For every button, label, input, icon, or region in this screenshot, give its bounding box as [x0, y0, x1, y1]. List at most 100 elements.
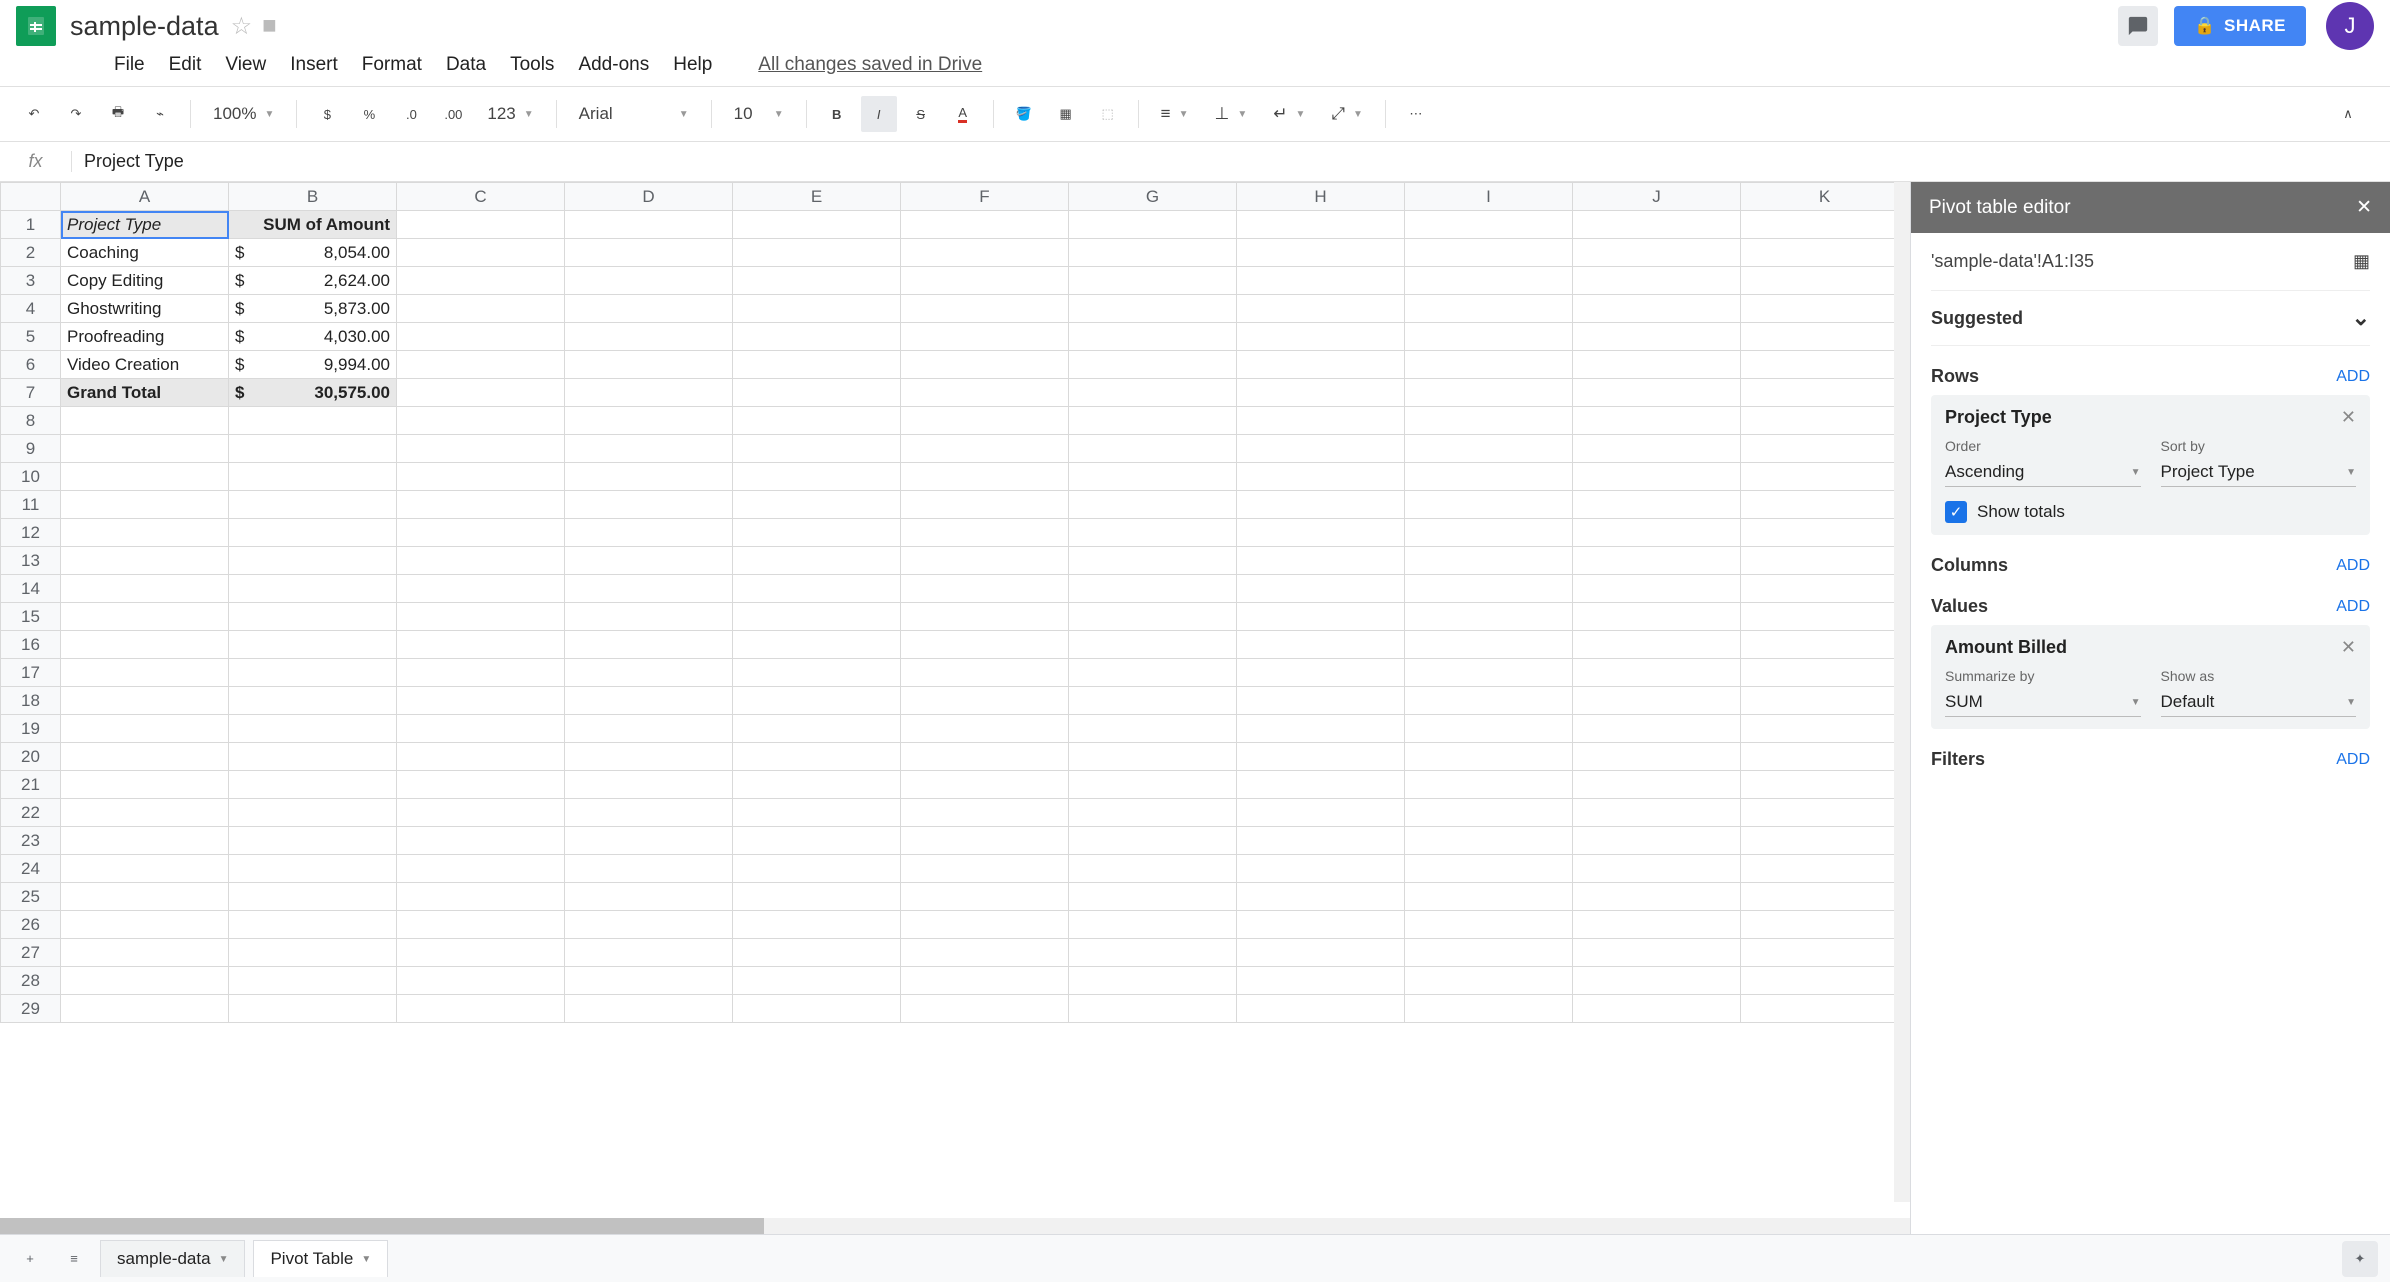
cell-J7[interactable]	[1573, 379, 1741, 407]
cell-A26[interactable]	[61, 911, 229, 939]
cell-E25[interactable]	[733, 883, 901, 911]
cell-K2[interactable]	[1741, 239, 1909, 267]
font-size-dropdown[interactable]: 10▼	[724, 104, 794, 124]
cell-I22[interactable]	[1405, 799, 1573, 827]
cell-E9[interactable]	[733, 435, 901, 463]
cell-C27[interactable]	[397, 939, 565, 967]
menu-view[interactable]: View	[225, 54, 266, 76]
cell-E20[interactable]	[733, 743, 901, 771]
h-align-dropdown[interactable]: ≡▼	[1151, 104, 1199, 124]
row-header-23[interactable]: 23	[1, 827, 61, 855]
cell-J20[interactable]	[1573, 743, 1741, 771]
print-button[interactable]: 🖶	[100, 96, 136, 132]
cell-J13[interactable]	[1573, 547, 1741, 575]
cell-K8[interactable]	[1741, 407, 1909, 435]
col-header-F[interactable]: F	[901, 183, 1069, 211]
cell-B13[interactable]	[229, 547, 397, 575]
row-header-11[interactable]: 11	[1, 491, 61, 519]
share-button[interactable]: 🔒 SHARE	[2174, 6, 2306, 46]
cell-J26[interactable]	[1573, 911, 1741, 939]
cell-F24[interactable]	[901, 855, 1069, 883]
cell-I21[interactable]	[1405, 771, 1573, 799]
cell-G3[interactable]	[1069, 267, 1237, 295]
cell-K28[interactable]	[1741, 967, 1909, 995]
showas-select[interactable]: Default▼	[2161, 688, 2357, 717]
col-header-A[interactable]: A	[61, 183, 229, 211]
cell-K9[interactable]	[1741, 435, 1909, 463]
remove-row-field-icon[interactable]: ✕	[2341, 407, 2356, 428]
cell-A4[interactable]: Ghostwriting	[61, 295, 229, 323]
row-header-21[interactable]: 21	[1, 771, 61, 799]
cell-A1[interactable]: Project Type	[61, 211, 229, 239]
cell-C17[interactable]	[397, 659, 565, 687]
cell-E12[interactable]	[733, 519, 901, 547]
cell-I27[interactable]	[1405, 939, 1573, 967]
menu-file[interactable]: File	[114, 54, 145, 76]
cell-J22[interactable]	[1573, 799, 1741, 827]
cell-F11[interactable]	[901, 491, 1069, 519]
col-header-B[interactable]: B	[229, 183, 397, 211]
fx-icon[interactable]: fx	[0, 151, 72, 172]
cell-B5[interactable]: $4,030.00	[229, 323, 397, 351]
cell-H28[interactable]	[1237, 967, 1405, 995]
row-header-27[interactable]: 27	[1, 939, 61, 967]
cell-G5[interactable]	[1069, 323, 1237, 351]
cell-D8[interactable]	[565, 407, 733, 435]
cell-H2[interactable]	[1237, 239, 1405, 267]
all-sheets-button[interactable]: ≡	[56, 1241, 92, 1277]
cell-G13[interactable]	[1069, 547, 1237, 575]
col-header-E[interactable]: E	[733, 183, 901, 211]
cell-A15[interactable]	[61, 603, 229, 631]
cell-B20[interactable]	[229, 743, 397, 771]
cell-A17[interactable]	[61, 659, 229, 687]
cell-G4[interactable]	[1069, 295, 1237, 323]
cell-I16[interactable]	[1405, 631, 1573, 659]
cell-J15[interactable]	[1573, 603, 1741, 631]
cell-I18[interactable]	[1405, 687, 1573, 715]
cell-C19[interactable]	[397, 715, 565, 743]
cell-G1[interactable]	[1069, 211, 1237, 239]
cell-E4[interactable]	[733, 295, 901, 323]
cell-F25[interactable]	[901, 883, 1069, 911]
cell-K23[interactable]	[1741, 827, 1909, 855]
row-header-17[interactable]: 17	[1, 659, 61, 687]
cell-D16[interactable]	[565, 631, 733, 659]
vertical-scrollbar[interactable]	[1894, 182, 1910, 1202]
cell-K16[interactable]	[1741, 631, 1909, 659]
cell-H12[interactable]	[1237, 519, 1405, 547]
row-header-12[interactable]: 12	[1, 519, 61, 547]
cell-F26[interactable]	[901, 911, 1069, 939]
cell-G18[interactable]	[1069, 687, 1237, 715]
row-header-14[interactable]: 14	[1, 575, 61, 603]
row-header-26[interactable]: 26	[1, 911, 61, 939]
cell-B16[interactable]	[229, 631, 397, 659]
cell-J4[interactable]	[1573, 295, 1741, 323]
cell-G11[interactable]	[1069, 491, 1237, 519]
row-header-4[interactable]: 4	[1, 295, 61, 323]
comments-button[interactable]	[2118, 6, 2158, 46]
cell-D9[interactable]	[565, 435, 733, 463]
cell-A5[interactable]: Proofreading	[61, 323, 229, 351]
increase-decimal-button[interactable]: .00	[435, 96, 471, 132]
cell-H27[interactable]	[1237, 939, 1405, 967]
decrease-decimal-button[interactable]: .0	[393, 96, 429, 132]
cell-C12[interactable]	[397, 519, 565, 547]
cell-F28[interactable]	[901, 967, 1069, 995]
cell-C28[interactable]	[397, 967, 565, 995]
cell-D23[interactable]	[565, 827, 733, 855]
cell-I12[interactable]	[1405, 519, 1573, 547]
cell-H3[interactable]	[1237, 267, 1405, 295]
cell-J1[interactable]	[1573, 211, 1741, 239]
cell-D3[interactable]	[565, 267, 733, 295]
cell-G14[interactable]	[1069, 575, 1237, 603]
cell-D4[interactable]	[565, 295, 733, 323]
cell-G7[interactable]	[1069, 379, 1237, 407]
cell-C23[interactable]	[397, 827, 565, 855]
currency-button[interactable]: $	[309, 96, 345, 132]
cell-E26[interactable]	[733, 911, 901, 939]
cell-B22[interactable]	[229, 799, 397, 827]
cell-K10[interactable]	[1741, 463, 1909, 491]
menu-tools[interactable]: Tools	[510, 54, 554, 76]
select-range-icon[interactable]: ▦	[2353, 251, 2370, 272]
cell-H15[interactable]	[1237, 603, 1405, 631]
